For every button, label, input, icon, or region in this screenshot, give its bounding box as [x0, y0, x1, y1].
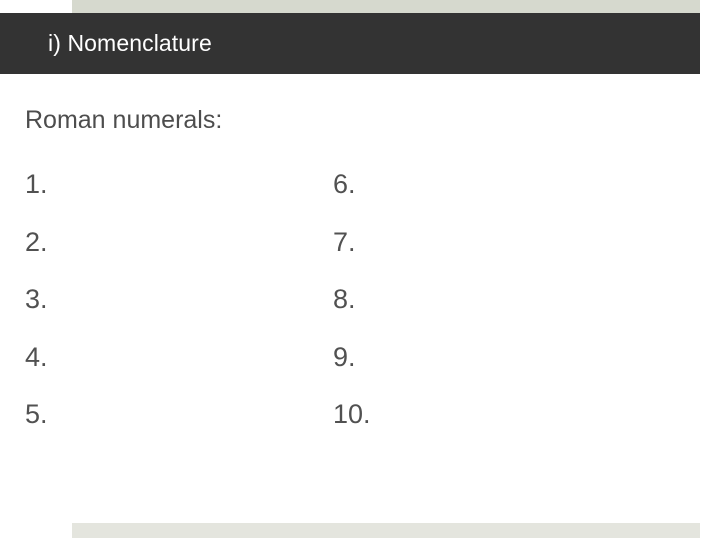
list-item-marker: 9.	[333, 341, 356, 372]
list-item: 1.	[25, 156, 325, 214]
list-item: 9.	[333, 329, 633, 387]
title-bar: i) Nomenclature	[0, 13, 700, 74]
list-item: 3.	[25, 271, 325, 329]
bottom-accent-band	[72, 523, 700, 538]
list-item: 5.	[25, 386, 325, 444]
slide-title: i) Nomenclature	[48, 30, 212, 56]
list-item-marker: 10.	[333, 399, 371, 429]
right-column: 6. 7. 8. 9. 10.	[333, 156, 633, 444]
list-item: 8.	[333, 271, 633, 329]
list-item: 10.	[333, 386, 633, 444]
list-item-marker: 7.	[333, 226, 356, 257]
list-item: 6.	[333, 156, 633, 214]
list-item-marker: 3.	[25, 284, 48, 314]
left-column: 1. 2. 3. 4. 5.	[25, 156, 325, 444]
slide-body: Roman numerals: 1. 2. 3. 4. 5. 6. 7. 8. …	[0, 74, 720, 523]
list-item-marker: 4.	[25, 341, 48, 372]
list-item-marker: 2.	[25, 226, 48, 257]
slide-canvas: i) Nomenclature Roman numerals: 1. 2. 3.	[0, 0, 720, 540]
list-item: 4.	[25, 329, 325, 387]
list-item-marker: 1.	[25, 169, 48, 199]
list-item-marker: 8.	[333, 284, 356, 314]
lead-text: Roman numerals:	[25, 106, 223, 134]
top-accent-band	[72, 0, 700, 13]
list-item: 2.	[25, 214, 325, 272]
list-item-marker: 5.	[25, 399, 48, 429]
list-item: 7.	[333, 214, 633, 272]
list-item-marker: 6.	[333, 169, 356, 199]
